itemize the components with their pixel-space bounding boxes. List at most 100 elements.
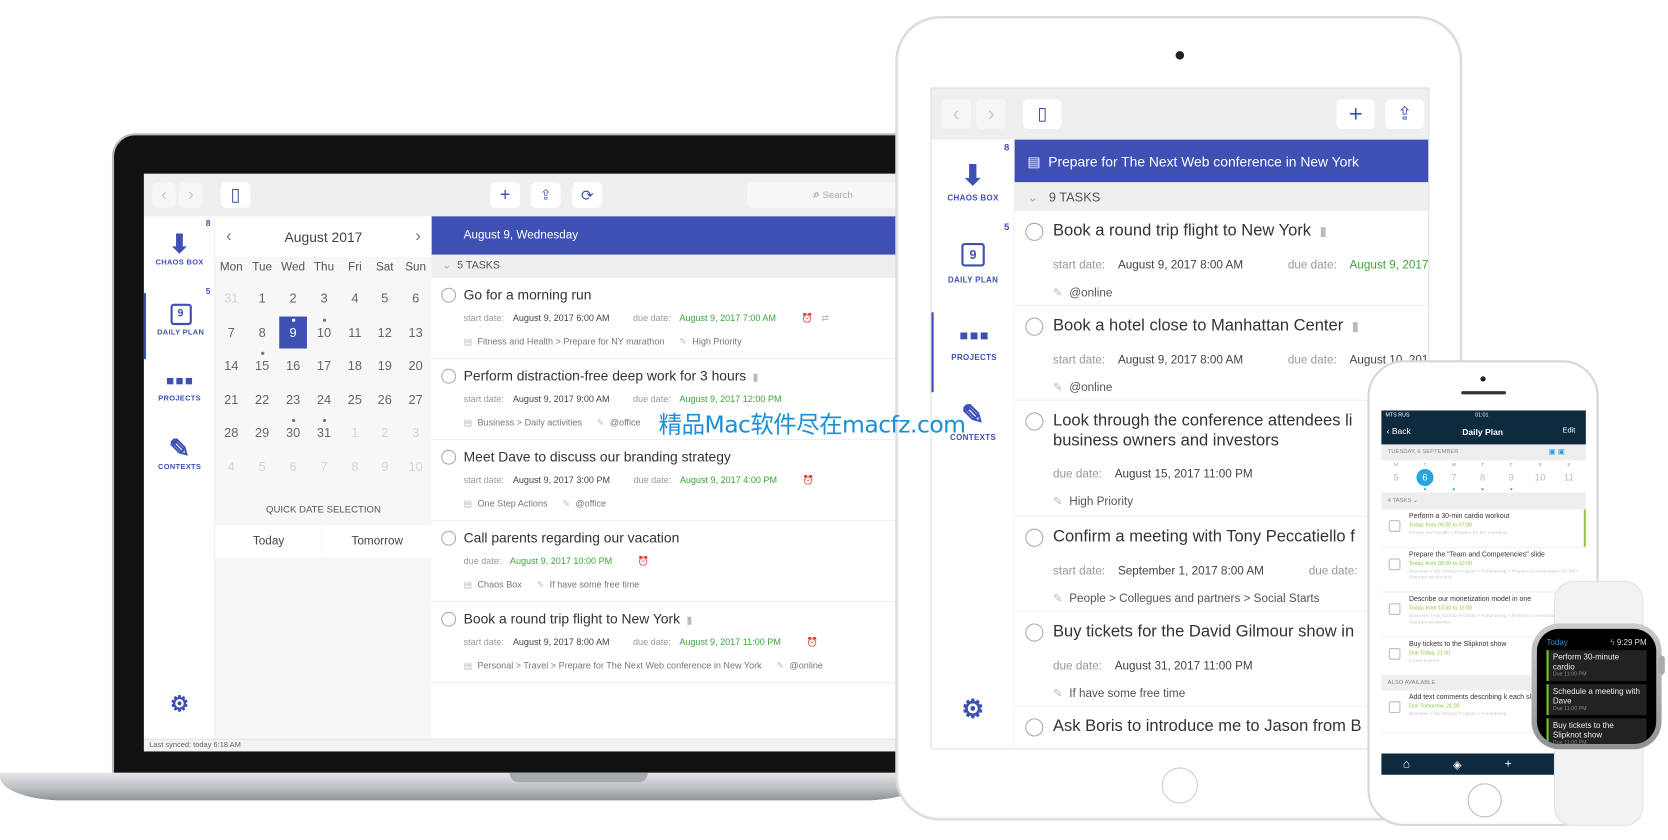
task-row[interactable]: Go for a morning run start date: August 9… (431, 278, 901, 360)
sidebar-toggle-button[interactable]: ▯ (220, 182, 251, 208)
add-button[interactable]: + (490, 182, 521, 208)
sidebar-item-daily-plan[interactable]: 9 DAILY PLAN (143, 293, 215, 360)
digital-crown[interactable] (1658, 655, 1665, 675)
back-button[interactable]: ‹ (941, 99, 971, 129)
calendar-day[interactable]: 9 (371, 451, 399, 483)
calendar-day[interactable]: 1 (341, 417, 369, 449)
week-day[interactable]: 9 (1503, 469, 1520, 486)
complete-checkbox[interactable] (441, 611, 457, 627)
calendar-day[interactable]: 17 (310, 350, 338, 382)
task-group-header[interactable]: 4 TASKS ⌄ (1381, 492, 1586, 510)
calendar-day[interactable]: 21 (217, 383, 245, 415)
complete-checkbox[interactable] (1025, 623, 1044, 642)
calendar-day[interactable]: 14 (217, 350, 245, 382)
complete-checkbox[interactable] (1025, 718, 1044, 737)
task-row[interactable]: Book a round trip flight to New York ▮ sta… (1014, 211, 1429, 306)
week-day[interactable]: 7 (1445, 469, 1462, 486)
calendar-day[interactable]: 26 (371, 383, 399, 415)
calendar-day[interactable]: 5 (371, 282, 399, 314)
share-button[interactable]: ⇪ (1385, 99, 1424, 129)
search-input[interactable]: ⌕ Search (747, 182, 901, 208)
plus-icon[interactable]: + (1505, 758, 1512, 771)
calendar-day[interactable]: 8 (248, 316, 276, 348)
complete-checkbox[interactable] (1025, 528, 1044, 547)
calendar-day[interactable]: 10 (402, 451, 430, 483)
calendar-day[interactable]: 18 (341, 350, 369, 382)
checkbox[interactable] (1388, 558, 1401, 571)
calendar-day[interactable]: 31 (310, 417, 338, 449)
calendar-day[interactable]: 15 (248, 350, 276, 382)
task-group-header[interactable]: ⌄ 5 TASKS (431, 254, 901, 279)
checkbox[interactable] (1388, 603, 1401, 615)
calendar-day[interactable]: 11 (341, 316, 369, 348)
calendar-day[interactable]: 25 (341, 383, 369, 415)
back-button[interactable]: ‹ Back (1387, 426, 1411, 436)
home-button[interactable] (1467, 783, 1502, 818)
home-button[interactable] (1161, 767, 1198, 804)
complete-checkbox[interactable] (1025, 317, 1044, 336)
complete-checkbox[interactable] (1025, 412, 1044, 431)
sidebar-item-chaos-box[interactable]: ⬇ CHAOS BOX (144, 225, 215, 291)
task-row[interactable]: Meet Dave to discuss our branding strate… (431, 440, 901, 522)
complete-checkbox[interactable] (441, 287, 457, 303)
calendar-day[interactable]: 31 (217, 282, 245, 314)
calendar-day[interactable]: 1 (248, 282, 276, 314)
calendar-day[interactable]: 9 (279, 316, 307, 349)
calendar-day[interactable]: 8 (341, 451, 369, 483)
calendar-day[interactable]: 4 (217, 451, 245, 483)
share-button[interactable]: ⇪ (530, 182, 561, 208)
sidebar-item-projects[interactable]: ▪▪▪ PROJECTS (144, 361, 215, 427)
sidebar-item-projects[interactable]: ▪▪▪ PROJECTS (931, 312, 1015, 393)
home-icon[interactable]: ⌂ (1403, 758, 1410, 771)
sync-button[interactable]: ⟳ (572, 182, 603, 208)
calendar-day[interactable]: 4 (341, 282, 369, 314)
calendar-day[interactable]: 6 (402, 282, 430, 314)
checkbox[interactable] (1388, 520, 1401, 532)
calendar-day[interactable]: 22 (248, 383, 276, 415)
calendar-day[interactable]: 2 (371, 417, 399, 449)
calendar-day[interactable]: 7 (310, 451, 338, 483)
week-day[interactable]: 8 (1474, 469, 1491, 486)
watch-task[interactable]: Perform 30-minute cardio Due 11:00 PM (1546, 650, 1647, 682)
next-month-button[interactable]: › (415, 227, 421, 246)
watch-task[interactable]: Buy tickets to the Slipknot show Due 11:0… (1546, 718, 1647, 744)
tomorrow-button[interactable]: Tomorrow (322, 525, 432, 558)
week-day[interactable]: 5 (1388, 469, 1405, 486)
task-row[interactable]: Prepare the "Team and Competencies" slid… (1381, 547, 1586, 593)
complete-checkbox[interactable] (441, 530, 457, 546)
calendar-day[interactable]: 19 (371, 350, 399, 382)
week-day[interactable]: 10 (1532, 469, 1549, 486)
add-button[interactable]: + (1336, 99, 1375, 129)
box-icon[interactable]: ◈ (1453, 757, 1462, 771)
calendar-day[interactable]: 29 (248, 417, 276, 449)
week-day[interactable]: 6 (1416, 468, 1434, 487)
forward-button[interactable]: › (179, 182, 203, 208)
task-row[interactable]: Book a hotel close to Manhattan Center ▮ s… (1014, 305, 1429, 401)
forward-button[interactable]: › (976, 99, 1007, 129)
complete-checkbox[interactable] (441, 449, 457, 465)
edit-button[interactable]: Edit (1562, 427, 1575, 434)
checkbox[interactable] (1388, 648, 1401, 660)
calendar-day[interactable]: 13 (402, 316, 430, 348)
task-row[interactable]: Perform a 30-min cardio workout Today, fr… (1381, 509, 1586, 548)
calendar-day[interactable]: 20 (402, 350, 430, 382)
calendar-day[interactable]: 5 (248, 451, 276, 483)
calendar-day[interactable]: 27 (402, 383, 430, 415)
calendar-day[interactable]: 3 (402, 417, 430, 449)
calendar-day[interactable]: 12 (371, 316, 399, 348)
calendar-day[interactable]: 2 (279, 282, 307, 314)
task-row[interactable]: Call parents regarding our vacation due d… (431, 521, 901, 603)
sidebar-item-contexts[interactable]: ✎ CONTEXTS (144, 430, 215, 496)
prev-month-button[interactable]: ‹ (226, 227, 232, 246)
calendar-day[interactable]: 7 (217, 316, 245, 348)
back-button[interactable]: ‹ (152, 182, 176, 208)
complete-checkbox[interactable] (1025, 222, 1044, 241)
week-day[interactable]: 11 (1560, 469, 1577, 486)
complete-checkbox[interactable] (441, 368, 457, 384)
calendar-day[interactable]: 3 (310, 282, 338, 314)
sidebar-item-daily-plan[interactable]: 9 DAILY PLAN (932, 232, 1015, 312)
task-group-header[interactable]: ⌄ 9 TASKS (1014, 182, 1429, 212)
checkbox[interactable] (1388, 701, 1401, 714)
calendar-day[interactable]: 10 (310, 316, 338, 348)
calendar-day[interactable]: 23 (279, 383, 307, 415)
